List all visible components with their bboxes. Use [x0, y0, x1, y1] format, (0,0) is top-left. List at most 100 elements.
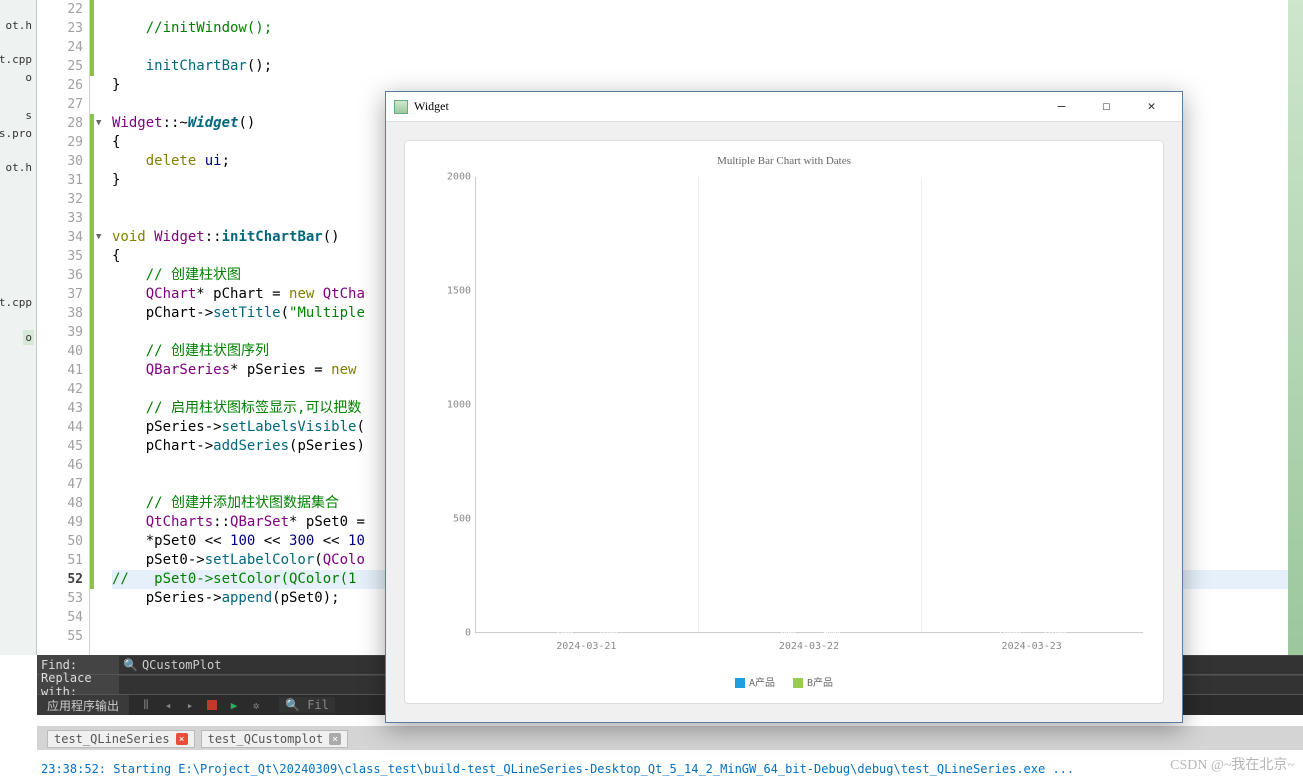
x-tick-label: 2024-03-22 [779, 641, 839, 652]
line-number: 44 [37, 418, 89, 437]
legend-swatch [793, 678, 803, 688]
line-number: 38 [37, 304, 89, 323]
window-title: Widget [414, 99, 1039, 114]
line-number: 37 [37, 285, 89, 304]
line-number: 42 [37, 380, 89, 399]
y-tick-label: 1500 [447, 286, 471, 297]
search-icon: 🔍 [285, 698, 300, 712]
line-number-gutter: 2223242526272829303132333435363738394041… [37, 0, 90, 655]
line-number: 46 [37, 456, 89, 475]
close-icon[interactable]: × [329, 733, 341, 745]
bar-value-label: 1000 [988, 628, 1031, 639]
output-tab[interactable]: test_QCustomplot × [201, 730, 349, 748]
x-tick-label: 2024-03-21 [556, 641, 616, 652]
line-number: 27 [37, 95, 89, 114]
fold-toggle-icon[interactable]: ▼ [96, 232, 101, 242]
console-output[interactable]: 23:38:52: Starting E:\Project_Qt\2024030… [37, 758, 1303, 779]
tab-label: test_QCustomplot [208, 732, 324, 746]
bar-value-label: 1400 [1033, 628, 1076, 639]
close-icon[interactable]: × [176, 733, 188, 745]
x-tick-label: 2024-03-23 [1002, 641, 1062, 652]
line-number: 31 [37, 171, 89, 190]
line-number: 33 [37, 209, 89, 228]
find-input-value: QCustomPlot [142, 658, 221, 672]
line-number: 40 [37, 342, 89, 361]
code-line[interactable] [112, 0, 1303, 19]
widget-window[interactable]: Widget — ☐ ✕ Multiple Bar Chart with Dat… [385, 91, 1183, 723]
project-file[interactable]: ot.cpp [0, 52, 34, 67]
line-number: 54 [37, 608, 89, 627]
line-number: 36 [37, 266, 89, 285]
y-tick-label: 500 [453, 514, 471, 525]
line-number: 48 [37, 494, 89, 513]
line-number: 26 [37, 76, 89, 95]
project-tree[interactable]: ot.h ot.cpp o s ies.pro ot.h ot.cpp o [0, 0, 37, 655]
project-file[interactable]: ot.h [4, 18, 35, 33]
chart-legend: A产品 B产品 [405, 674, 1163, 689]
bar-value-label: 900 [810, 628, 853, 639]
project-file[interactable]: ot.cpp [0, 295, 34, 310]
tab-label: test_QLineSeries [54, 732, 170, 746]
window-titlebar[interactable]: Widget — ☐ ✕ [386, 92, 1182, 122]
run-button[interactable]: ▶ [227, 698, 241, 712]
bars-layer: 1004002024-03-213009002024-03-2210001400… [475, 177, 1143, 633]
code-line[interactable]: initChartBar(); [112, 57, 1303, 76]
line-number: 25 [37, 57, 89, 76]
y-tick-label: 1000 [447, 400, 471, 411]
line-number: 39 [37, 323, 89, 342]
find-label: Find: [37, 658, 119, 672]
line-number: 47 [37, 475, 89, 494]
prev-icon[interactable]: ◂ [161, 698, 175, 712]
line-number: 32 [37, 190, 89, 209]
project-file[interactable]: ies.pro [0, 126, 34, 141]
line-number: 49 [37, 513, 89, 532]
line-number: 51 [37, 551, 89, 570]
search-icon: 🔍 [123, 658, 138, 672]
line-number: 30 [37, 152, 89, 171]
y-tick-label: 2000 [447, 172, 471, 183]
output-tabs: test_QLineSeries × test_QCustomplot × [37, 726, 1303, 750]
settings-icon[interactable]: ✲ [249, 698, 263, 712]
line-number: 50 [37, 532, 89, 551]
output-tab[interactable]: test_QLineSeries × [47, 730, 195, 748]
legend-item[interactable]: B产品 [793, 674, 833, 689]
app-icon [394, 100, 408, 114]
line-number: 22 [37, 0, 89, 19]
close-button[interactable]: ✕ [1129, 93, 1174, 121]
y-tick-label: 0 [465, 628, 471, 639]
stop-button[interactable] [205, 698, 219, 712]
code-line[interactable] [112, 38, 1303, 57]
editor-scrollbar[interactable] [1288, 0, 1303, 655]
output-pane-title[interactable]: 应用程序输出 [37, 695, 129, 715]
line-number: 35 [37, 247, 89, 266]
line-number: 28 [37, 114, 89, 133]
project-file[interactable]: ot.h [4, 160, 35, 175]
project-file[interactable]: s [23, 108, 34, 123]
line-number: 45 [37, 437, 89, 456]
line-number: 34 [37, 228, 89, 247]
fold-toggle-icon[interactable]: ▼ [96, 118, 101, 128]
legend-swatch [735, 678, 745, 688]
line-number: 55 [37, 627, 89, 646]
next-icon[interactable]: ▸ [183, 698, 197, 712]
project-file[interactable]: o [23, 70, 34, 85]
line-number: 43 [37, 399, 89, 418]
bar-value-label: 100 [542, 628, 585, 639]
bar-value-label: 400 [587, 628, 630, 639]
line-number: 41 [37, 361, 89, 380]
code-line[interactable]: //initWindow(); [112, 19, 1303, 38]
minimize-button[interactable]: — [1039, 93, 1084, 121]
chart-container: Multiple Bar Chart with Dates 0 500 1000 15… [404, 140, 1164, 704]
maximize-button[interactable]: ☐ [1084, 93, 1129, 121]
legend-item[interactable]: A产品 [735, 674, 775, 689]
y-axis: 0500100015002000 [440, 177, 475, 633]
line-number: 53 [37, 589, 89, 608]
columns-icon[interactable]: ⫼ [139, 698, 153, 712]
chart-title: Multiple Bar Chart with Dates [405, 155, 1163, 167]
line-number: 24 [37, 38, 89, 57]
line-number: 52 [37, 570, 89, 589]
output-filter-input[interactable]: 🔍 Fil [279, 697, 335, 713]
bar-value-label: 300 [765, 628, 808, 639]
project-file[interactable]: o [23, 330, 34, 345]
fold-column[interactable]: ▼▼ [94, 0, 110, 655]
